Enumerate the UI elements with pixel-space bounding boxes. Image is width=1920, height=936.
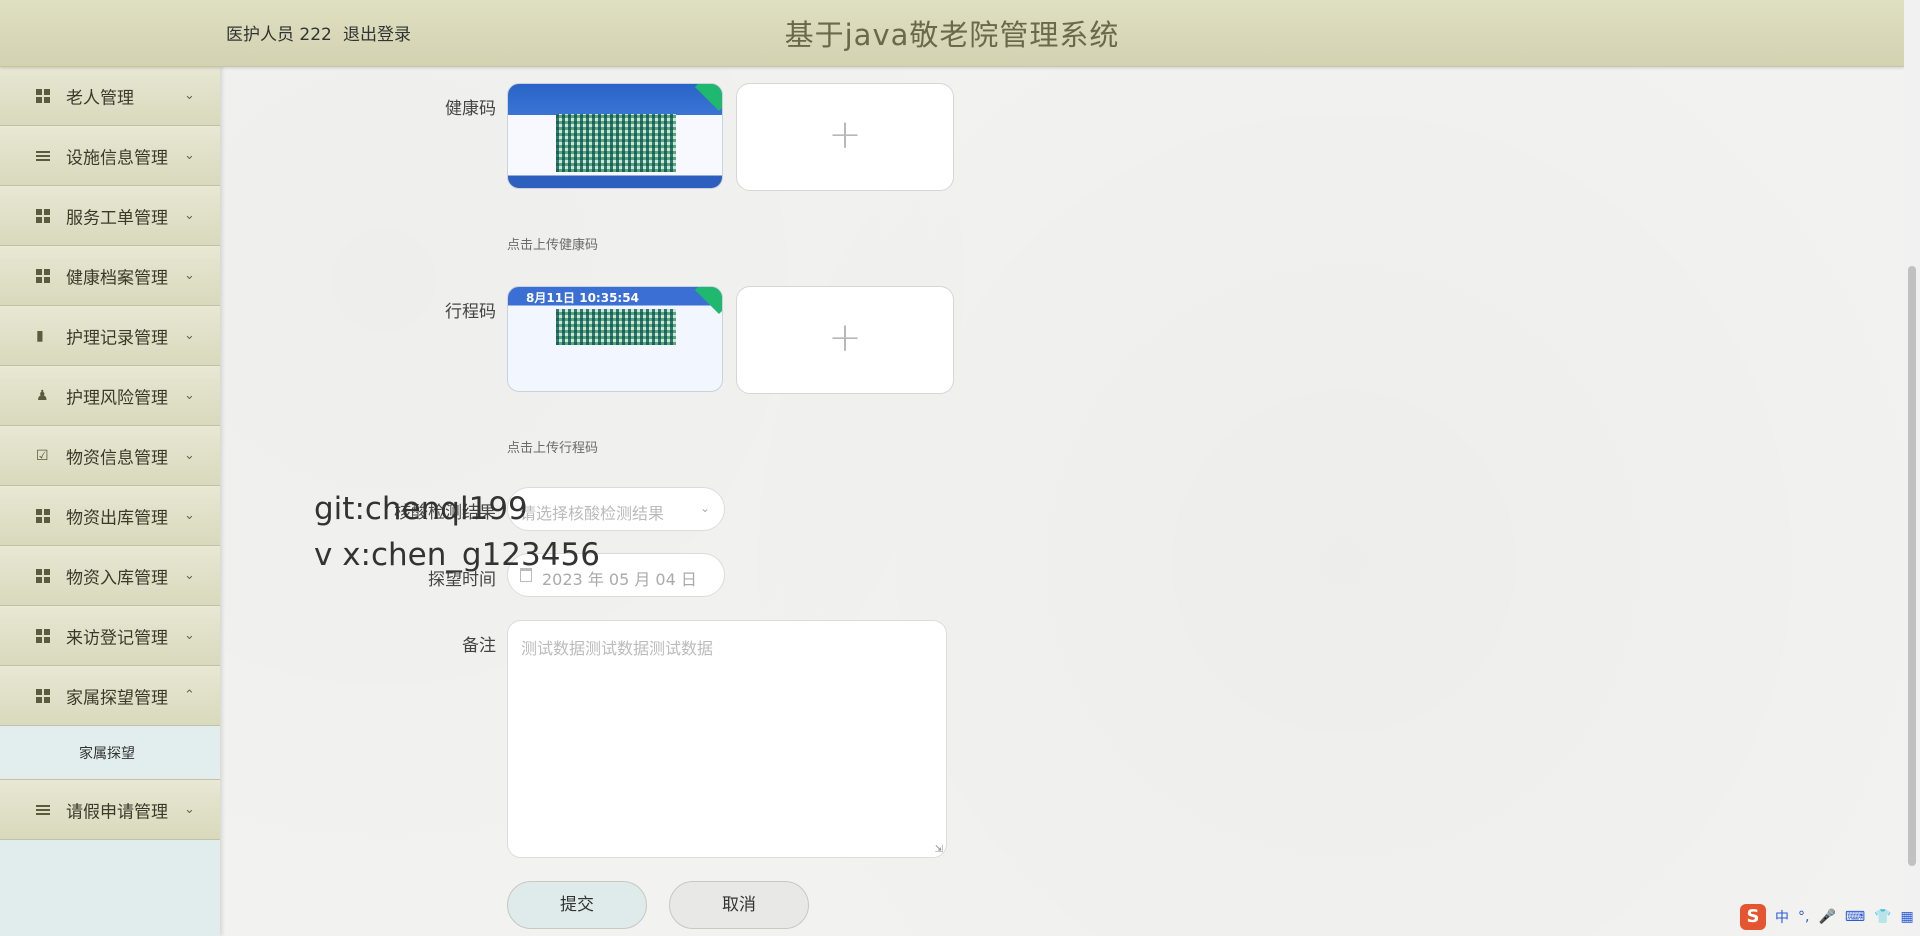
sidebar-item-family-visit[interactable]: 家属探望管理 ⌃ <box>0 666 220 726</box>
sidebar-subitem-family-visit[interactable]: 家属探望 <box>0 726 220 780</box>
top-header: 医护人员 222 退出登录 基于java敬老院管理系统 <box>0 0 1904 67</box>
sidebar-item-health-records[interactable]: 健康档案管理 ⌄ <box>0 246 220 306</box>
chevron-up-icon: ⌃ <box>184 687 195 703</box>
brush-icon: ▮ <box>36 327 44 344</box>
health-code-label: 健康码 <box>445 99 496 119</box>
keyboard-icon[interactable]: ⌨ <box>1845 909 1865 925</box>
chevron-down-icon: ⌄ <box>184 207 195 223</box>
grid-icon <box>36 268 50 283</box>
health-code-upload-button[interactable]: + <box>736 83 954 191</box>
list-icon <box>36 149 50 163</box>
system-title: 基于java敬老院管理系统 <box>784 18 1120 52</box>
sidebar-item-label: 物资入库管理 <box>66 568 168 588</box>
ime-punct[interactable]: °, <box>1798 909 1809 925</box>
remark-label: 备注 <box>462 636 496 656</box>
page-background <box>0 0 1920 936</box>
sidebar-item-nursing-records[interactable]: ▮ 护理记录管理 ⌄ <box>0 306 220 366</box>
chevron-down-icon: ⌄ <box>184 267 195 283</box>
microphone-icon[interactable]: 🎤 <box>1818 909 1835 925</box>
ime-mode[interactable]: 中 <box>1775 907 1789 927</box>
chevron-down-icon: ⌄ <box>184 627 195 643</box>
sidebar-item-supplies-in[interactable]: 物资入库管理 ⌄ <box>0 546 220 606</box>
grid-icon <box>36 508 50 523</box>
sidebar-item-nursing-risk[interactable]: ♟ 护理风险管理 ⌄ <box>0 366 220 426</box>
sidebar-item-visitor-registration[interactable]: 来访登记管理 ⌄ <box>0 606 220 666</box>
sidebar-item-label: 服务工单管理 <box>66 208 168 228</box>
submit-button[interactable]: 提交 <box>507 881 647 929</box>
delete-corner-icon <box>694 84 722 112</box>
sidebar-item-label: 护理风险管理 <box>66 388 168 408</box>
grid-icon <box>36 88 50 103</box>
list-icon <box>36 803 50 817</box>
sidebar-item-label: 来访登记管理 <box>66 628 168 648</box>
chevron-down-icon: ⌄ <box>184 147 195 163</box>
sidebar-item-label: 请假申请管理 <box>66 802 168 822</box>
health-code-image[interactable] <box>507 83 723 189</box>
sidebar-item-work-order[interactable]: 服务工单管理 ⌄ <box>0 186 220 246</box>
watermark-line-2: v x:chen_g123456 <box>314 537 600 573</box>
chevron-down-icon: ⌄ <box>184 567 195 583</box>
grid-icon <box>36 208 50 223</box>
watermark-line-1: git:chenql199 <box>314 491 528 527</box>
sidebar-item-label: 家属探望管理 <box>66 688 168 708</box>
sidebar-item-supplies-out[interactable]: 物资出库管理 ⌄ <box>0 486 220 546</box>
apps-icon[interactable]: ▦ <box>1901 909 1914 925</box>
sidebar-item-label: 老人管理 <box>66 88 134 108</box>
trip-code-hint: 点击上传行程码 <box>507 441 599 456</box>
trip-code-time: 8月11日 10:35:54 <box>526 291 639 305</box>
sidebar-item-label: 护理记录管理 <box>66 328 168 348</box>
plus-icon: + <box>828 315 862 361</box>
sidebar-item-leave-request[interactable]: 请假申请管理 ⌄ <box>0 780 220 840</box>
skin-icon[interactable]: 👕 <box>1874 909 1891 925</box>
health-code-hint: 点击上传健康码 <box>507 238 599 253</box>
clipboard-icon: ☑ <box>36 447 49 464</box>
cancel-button[interactable]: 取消 <box>669 881 809 929</box>
chevron-down-icon: ⌄ <box>184 507 195 523</box>
sidebar-item-label: 物资信息管理 <box>66 448 168 468</box>
remark-text: 测试数据测试数据测试数据 <box>521 639 714 658</box>
chevron-down-icon: ⌄ <box>699 501 710 515</box>
resize-handle-icon[interactable]: ⇲ <box>935 844 943 855</box>
grid-icon <box>36 688 50 703</box>
user-icon: ♟ <box>36 387 49 404</box>
sidebar-item-facility[interactable]: 设施信息管理 ⌄ <box>0 126 220 186</box>
sidebar-item-elderly[interactable]: 老人管理 ⌄ <box>0 66 220 126</box>
grid-icon <box>36 628 50 643</box>
chevron-down-icon: ⌄ <box>184 801 195 817</box>
qr-code-graphic <box>556 309 676 345</box>
sidebar-item-label: 设施信息管理 <box>66 148 168 168</box>
sidebar-item-label: 健康档案管理 <box>66 268 168 288</box>
nucleic-result-select[interactable]: 请选择核酸检测结果 ⌄ <box>507 487 725 531</box>
ime-toolbar[interactable]: S 中 °, 🎤 ⌨ 👕 ▦ <box>1740 904 1914 930</box>
sogou-logo-icon: S <box>1740 904 1766 930</box>
sidebar-subitem-label: 家属探望 <box>79 745 135 762</box>
scrollbar-thumb[interactable] <box>1908 266 1916 866</box>
remark-textarea[interactable]: 测试数据测试数据测试数据 ⇲ <box>507 620 947 858</box>
sidebar-item-label: 物资出库管理 <box>66 508 168 528</box>
delete-corner-icon <box>694 287 722 315</box>
trip-code-label: 行程码 <box>445 302 496 322</box>
chevron-down-icon: ⌄ <box>184 387 195 403</box>
trip-code-image[interactable]: 8月11日 10:35:54 <box>507 286 723 392</box>
qr-code-graphic <box>556 114 676 172</box>
sidebar-item-supplies[interactable]: ☑ 物资信息管理 ⌄ <box>0 426 220 486</box>
sidebar: 老人管理 ⌄ 设施信息管理 ⌄ 服务工单管理 ⌄ 健康档案管理 ⌄ ▮ 护理记录… <box>0 66 220 936</box>
trip-code-upload-button[interactable]: + <box>736 286 954 394</box>
chevron-down-icon: ⌄ <box>184 327 195 343</box>
chevron-down-icon: ⌄ <box>184 87 195 103</box>
chevron-down-icon: ⌄ <box>184 447 195 463</box>
plus-icon: + <box>828 112 862 158</box>
select-placeholder: 请选择核酸检测结果 <box>520 504 665 523</box>
grid-icon <box>36 568 50 583</box>
